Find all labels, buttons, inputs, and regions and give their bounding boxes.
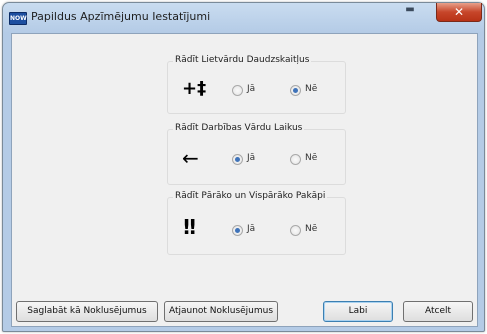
group-title: Rādīt Lietvārdu Daudzskaitļus <box>173 55 312 65</box>
radio-yes-label[interactable]: Jā <box>247 84 255 94</box>
save-as-default-button[interactable]: Saglabāt kā Noklusējumus <box>16 301 158 322</box>
radio-no-label[interactable]: Nē <box>305 224 317 234</box>
radio-yes-label[interactable]: Jā <box>247 224 255 234</box>
plural-symbol-icon: +‡ <box>182 78 207 99</box>
dialog-content: Rādīt Lietvārdu Daudzskaitļus +‡ Jā Nē R… <box>11 33 478 327</box>
title-bar[interactable]: NOW Papildus Apzīmējumu Iestatījumi ▬ ✕ <box>3 3 484 33</box>
radio-no-label[interactable]: Nē <box>305 153 317 163</box>
radio-yes[interactable] <box>232 154 243 165</box>
radio-no-label[interactable]: Nē <box>305 84 317 94</box>
radio-no[interactable] <box>290 225 301 236</box>
ok-button[interactable]: Labi <box>323 301 393 322</box>
group-noun-plurals: Rādīt Lietvārdu Daudzskaitļus +‡ Jā Nē <box>167 55 346 114</box>
app-icon: NOW <box>9 12 27 25</box>
radio-yes[interactable] <box>232 225 243 236</box>
radio-yes-label[interactable]: Jā <box>247 153 255 163</box>
close-button[interactable]: ✕ <box>436 3 482 22</box>
exclamation-icon: !! <box>182 215 197 239</box>
group-verb-tenses: Rādīt Darbības Vārdu Laikus ← Jā Nē <box>167 123 346 185</box>
minimize-button[interactable]: ▬ <box>397 3 423 21</box>
dialog-window: NOW Papildus Apzīmējumu Iestatījumi ▬ ✕ … <box>2 2 485 332</box>
group-title: Rādīt Pārāko un Vispārāko Pakāpi <box>173 191 328 201</box>
restore-defaults-button[interactable]: Atjaunot Noklusējumus <box>164 301 278 322</box>
radio-no[interactable] <box>290 85 301 96</box>
cancel-button[interactable]: Atcelt <box>403 301 473 322</box>
radio-no[interactable] <box>290 154 301 165</box>
arrow-left-icon: ← <box>182 146 199 170</box>
group-comparison-degrees: Rādīt Pārāko un Vispārāko Pakāpi !! Jā N… <box>167 191 346 255</box>
window-title: Papildus Apzīmējumu Iestatījumi <box>31 10 211 23</box>
group-title: Rādīt Darbības Vārdu Laikus <box>173 123 305 133</box>
radio-yes[interactable] <box>232 85 243 96</box>
